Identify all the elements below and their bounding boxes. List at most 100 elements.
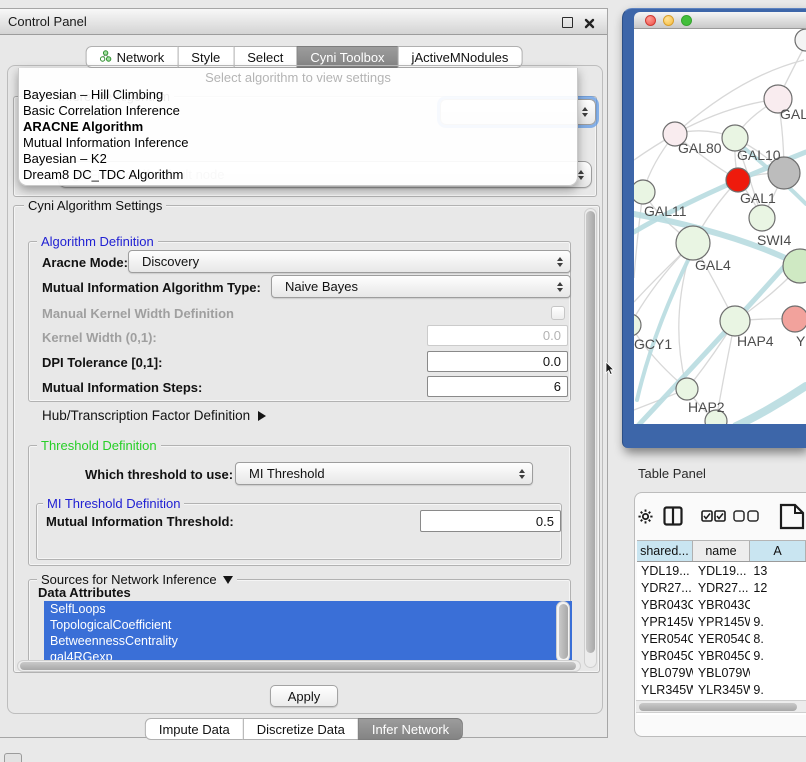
algorithm-option[interactable]: ARACNE Algorithm bbox=[19, 119, 577, 135]
network-node[interactable] bbox=[720, 306, 750, 336]
kernel-width-label: Kernel Width (0,1): bbox=[42, 330, 157, 345]
tab-discretize-data[interactable]: Discretize Data bbox=[243, 718, 359, 740]
node-table: shared...nameA YDL19...YDL19...13YDR27..… bbox=[637, 540, 806, 715]
which-threshold-combobox[interactable]: MI Threshold bbox=[235, 462, 533, 485]
desktop: Control Panel Network Style Select Cyni … bbox=[0, 0, 806, 762]
attributes-vertical-scrollbar[interactable] bbox=[556, 601, 570, 663]
deselect-all-checkboxes-icon[interactable] bbox=[733, 510, 759, 528]
table-row[interactable]: YDR27...YDR27...12 bbox=[637, 579, 806, 596]
network-graph: GALGAL80GAL10GAL1GAL11SWI4GAL4HAP4YGCY1H… bbox=[634, 29, 806, 424]
apply-button-label: Apply bbox=[288, 689, 321, 704]
table-cell: YBR043C bbox=[693, 596, 751, 613]
network-node[interactable] bbox=[634, 180, 655, 204]
select-all-checkboxes-icon[interactable] bbox=[701, 510, 726, 528]
control-panel-window: Control Panel Network Style Select Cyni … bbox=[0, 8, 608, 738]
node-label: GAL bbox=[780, 106, 806, 122]
network-edge-highlighted bbox=[736, 386, 806, 424]
zoom-traffic-light-icon[interactable] bbox=[681, 15, 692, 26]
algorithm-option[interactable]: Mutual Information Inference bbox=[19, 135, 577, 151]
network-window-titlebar[interactable] bbox=[634, 12, 806, 29]
control-panel-titlebar[interactable]: Control Panel bbox=[0, 9, 607, 35]
tab-label: Cyni Toolbox bbox=[310, 50, 384, 65]
algorithm-dropdown-popup: Select algorithm to view settings Bayesi… bbox=[18, 68, 578, 186]
minimize-traffic-light-icon[interactable] bbox=[663, 15, 674, 26]
network-node[interactable] bbox=[676, 226, 710, 260]
table-cell: 9. bbox=[750, 613, 806, 630]
algorithm-option[interactable]: Dream8 DC_TDC Algorithm bbox=[19, 167, 577, 183]
algorithm-option[interactable]: Basic Correlation Inference bbox=[19, 103, 577, 119]
kernel-width-field: 0.0 bbox=[427, 325, 568, 346]
settings-vertical-scrollbar[interactable] bbox=[584, 208, 597, 668]
node-label: Y bbox=[796, 333, 806, 349]
table-row[interactable]: YPR145WYPR145W9. bbox=[637, 613, 806, 630]
node-label: GAL10 bbox=[737, 147, 781, 163]
hub-definition-label: Hub/Transcription Factor Definition bbox=[42, 408, 250, 423]
mi-threshold-label: Mutual Information Threshold: bbox=[46, 514, 234, 529]
mi-steps-field[interactable]: 6 bbox=[427, 376, 568, 397]
aracne-mode-label: Aracne Mode: bbox=[42, 255, 128, 270]
table-row[interactable]: YDL19...YDL19...13 bbox=[637, 562, 806, 579]
table-row[interactable]: YER054CYER054C8. bbox=[637, 630, 806, 647]
mi-type-combobox[interactable]: Naive Bayes bbox=[271, 275, 571, 298]
table-row[interactable]: YBL079WYBL079W bbox=[637, 664, 806, 681]
table-horizontal-scrollbar[interactable] bbox=[636, 700, 806, 713]
algorithm-popup-placeholder: Select algorithm to view settings bbox=[19, 68, 577, 87]
tab-impute-data[interactable]: Impute Data bbox=[145, 718, 244, 740]
combo-arrows-icon bbox=[557, 257, 563, 267]
data-attribute-item[interactable]: BetweennessCentrality bbox=[44, 633, 572, 649]
column-header[interactable]: name bbox=[693, 541, 750, 561]
aracne-mode-combobox[interactable]: Discovery bbox=[128, 250, 571, 273]
network-canvas[interactable]: GALGAL80GAL10GAL1GAL11SWI4GAL4HAP4YGCY1H… bbox=[634, 29, 806, 424]
tab-label: jActiveMNodules bbox=[412, 50, 509, 65]
network-node[interactable] bbox=[795, 29, 806, 51]
table-row[interactable]: YBR043CYBR043C bbox=[637, 596, 806, 613]
table-cell: 8. bbox=[750, 630, 806, 647]
table-cell: YLR345W bbox=[637, 681, 693, 698]
network-node[interactable] bbox=[782, 306, 806, 332]
manual-kernel-label: Manual Kernel Width Definition bbox=[42, 306, 234, 321]
algorithm-option[interactable]: Bayesian – Hill Climbing bbox=[19, 87, 577, 103]
hub-definition-toggle[interactable]: Hub/Transcription Factor Definition bbox=[42, 408, 266, 423]
mi-threshold-field[interactable]: 0.5 bbox=[420, 510, 561, 532]
algorithm-option[interactable]: Bayesian – K2 bbox=[19, 151, 577, 167]
table-cell: YPR145W bbox=[693, 613, 751, 630]
table-row[interactable]: YBR045CYBR045C9. bbox=[637, 647, 806, 664]
settings-vertical-scrollbar-thumb[interactable] bbox=[586, 211, 595, 653]
table-cell: YBR045C bbox=[693, 647, 751, 664]
minimized-panel-button[interactable] bbox=[4, 753, 22, 762]
table-horizontal-scrollbar-thumb[interactable] bbox=[639, 703, 797, 711]
tab-infer-network[interactable]: Infer Network bbox=[358, 718, 463, 740]
new-document-icon[interactable] bbox=[779, 503, 806, 535]
table-row[interactable]: YLR345WYLR345W9. bbox=[637, 681, 806, 698]
network-node[interactable] bbox=[726, 168, 750, 192]
node-label: GAL80 bbox=[678, 140, 722, 156]
column-header[interactable]: shared... bbox=[637, 541, 693, 561]
mouse-cursor bbox=[605, 362, 615, 376]
gear-icon[interactable] bbox=[638, 509, 653, 529]
apply-button[interactable]: Apply bbox=[270, 685, 338, 707]
network-node[interactable] bbox=[749, 205, 775, 231]
table-cell: 9. bbox=[750, 647, 806, 664]
node-label: GAL4 bbox=[695, 257, 731, 273]
mi-steps-label: Mutual Information Steps: bbox=[42, 380, 202, 395]
settings-horizontal-scrollbar-thumb[interactable] bbox=[20, 662, 576, 670]
table-cell: YPR145W bbox=[637, 613, 693, 630]
manual-kernel-checkbox[interactable] bbox=[551, 306, 565, 320]
network-node[interactable] bbox=[676, 378, 698, 400]
table-cell: YDL19... bbox=[637, 562, 693, 579]
split-panel-icon[interactable] bbox=[663, 506, 683, 531]
settings-horizontal-scrollbar[interactable] bbox=[17, 660, 581, 672]
data-attributes-list[interactable]: SelfLoopsTopologicalCoefficientBetweenne… bbox=[44, 601, 572, 664]
float-icon[interactable] bbox=[562, 17, 573, 28]
table-header-row[interactable]: shared...nameA bbox=[637, 540, 806, 562]
node-label: HAP4 bbox=[737, 333, 774, 349]
column-header[interactable]: A bbox=[750, 541, 806, 561]
network-node[interactable] bbox=[634, 314, 641, 336]
data-attribute-item[interactable]: TopologicalCoefficient bbox=[44, 617, 572, 633]
dpi-tolerance-field[interactable]: 0.0 bbox=[427, 351, 568, 372]
close-icon[interactable] bbox=[584, 16, 595, 27]
close-traffic-light-icon[interactable] bbox=[645, 15, 656, 26]
network-node[interactable] bbox=[783, 249, 806, 283]
attributes-scrollbar-thumb[interactable] bbox=[559, 604, 568, 659]
data-attribute-item[interactable]: SelfLoops bbox=[44, 601, 572, 617]
